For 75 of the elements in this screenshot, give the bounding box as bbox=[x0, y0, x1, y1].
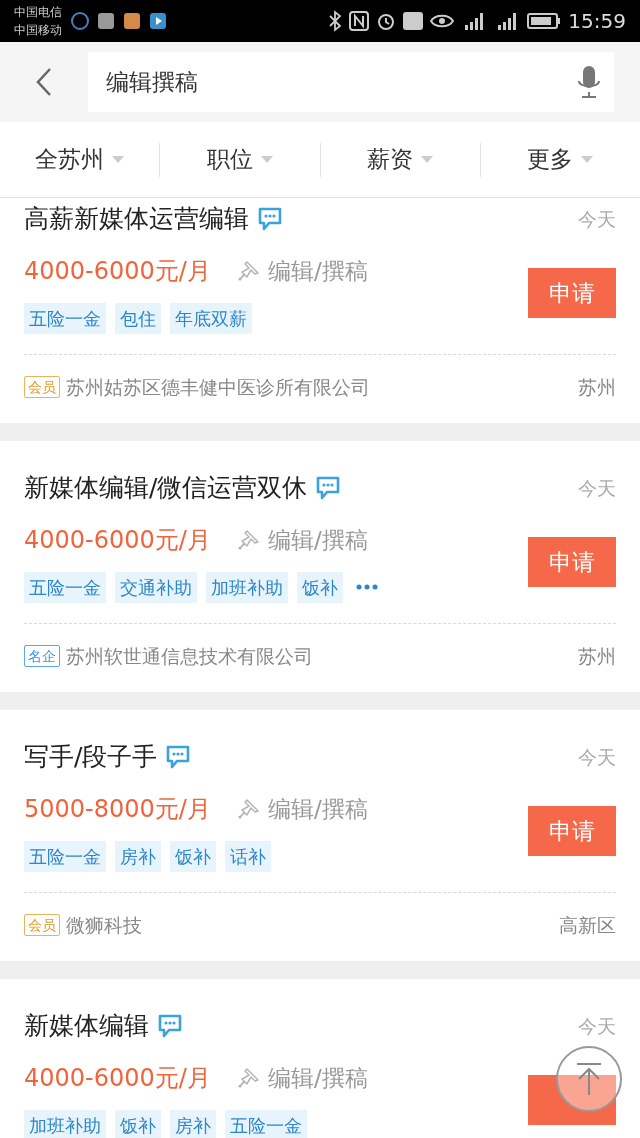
job-title: 新媒体编辑 bbox=[24, 1010, 149, 1043]
benefit-tag: 饭补 bbox=[297, 571, 343, 603]
company-name: 微狮科技 bbox=[66, 912, 142, 938]
filter-dropdown[interactable]: 更多 bbox=[527, 142, 594, 177]
job-title: 新媒体编辑/微信运营双休 bbox=[24, 472, 308, 505]
benefit-tag: 饭补 bbox=[115, 1109, 161, 1138]
post-date: 今天 bbox=[578, 744, 616, 770]
eye-icon bbox=[430, 12, 455, 30]
post-date: 今天 bbox=[578, 206, 616, 232]
app-notification-icon bbox=[148, 11, 168, 31]
carrier-name: 中国移动 bbox=[14, 22, 62, 39]
filter-dropdown[interactable]: 全苏州 bbox=[35, 142, 125, 177]
benefit-tag: 饭补 bbox=[170, 840, 216, 872]
benefit-tag: 五险一金 bbox=[24, 571, 106, 603]
job-card[interactable]: 新媒体编辑/微信运营双休 今天 4000-6000元/月 编辑/撰稿 五险一金 交通补助 加班补助 饭补 申请 名企 苏州软世通信息技术有限公司 苏州 bbox=[0, 441, 640, 692]
benefit-tag: 加班补助 bbox=[24, 1109, 106, 1138]
job-card[interactable]: 高薪新媒体运营编辑 今天 4000-6000元/月 编辑/撰稿 五险一金 包住 年底双薪 申请 会员 苏州姑苏区德丰健中医诊所有限公司 苏州 bbox=[0, 198, 640, 423]
job-location: 苏州 bbox=[578, 374, 616, 400]
alarm-icon bbox=[376, 11, 397, 31]
job-category: 编辑/撰稿 bbox=[268, 256, 368, 286]
app-notification-icon bbox=[122, 11, 142, 31]
benefit-tag: 房补 bbox=[170, 1109, 216, 1138]
filter-dropdown[interactable]: 薪资 bbox=[367, 142, 434, 177]
benefit-tag: 房补 bbox=[115, 840, 161, 872]
benefit-tag: 五险一金 bbox=[225, 1109, 307, 1138]
pin-icon bbox=[238, 798, 260, 820]
job-location: 高新区 bbox=[559, 912, 616, 938]
search-field[interactable]: 编辑撰稿 bbox=[88, 52, 614, 112]
job-card[interactable]: 写手/段子手 今天 5000-8000元/月 编辑/撰稿 五险一金 房补 饭补 话补 申请 会员 微狮科技 高新区 bbox=[0, 710, 640, 961]
job-title: 写手/段子手 bbox=[24, 741, 158, 774]
carrier-name: 中国电信 bbox=[14, 4, 62, 21]
post-date: 今天 bbox=[578, 1013, 616, 1039]
job-title: 高薪新媒体运营编辑 bbox=[24, 203, 249, 236]
benefit-tag: 五险一金 bbox=[24, 302, 106, 334]
benefit-tag: 五险一金 bbox=[24, 840, 106, 872]
nfc-icon bbox=[349, 11, 370, 31]
chat-bubble-icon bbox=[157, 1013, 183, 1039]
company-name: 苏州软世通信息技术有限公司 bbox=[66, 643, 313, 669]
post-date: 今天 bbox=[578, 475, 616, 501]
benefit-tag: 年底双薪 bbox=[170, 302, 252, 334]
app-notification-icon bbox=[96, 11, 116, 31]
filter-dropdown[interactable]: 职位 bbox=[206, 142, 273, 177]
chat-bubble-icon bbox=[257, 206, 283, 232]
salary: 4000-6000元/月 bbox=[24, 256, 212, 287]
app-notification-icon bbox=[70, 11, 90, 31]
salary: 4000-6000元/月 bbox=[24, 1063, 212, 1094]
benefit-tag: 交通补助 bbox=[115, 571, 197, 603]
chat-bubble-icon bbox=[165, 744, 192, 770]
benefit-tag: 话补 bbox=[225, 840, 271, 872]
dropdown-caret-icon bbox=[112, 155, 125, 164]
job-category: 编辑/撰稿 bbox=[268, 525, 368, 555]
dropdown-caret-icon bbox=[421, 155, 434, 164]
dropdown-caret-icon bbox=[581, 155, 594, 164]
dropdown-caret-icon bbox=[260, 155, 273, 164]
pin-icon bbox=[238, 1067, 260, 1089]
pin-icon bbox=[238, 529, 260, 551]
company-name: 苏州姑苏区德丰健中医诊所有限公司 bbox=[66, 374, 370, 400]
battery-icon bbox=[527, 12, 562, 30]
salary: 4000-6000元/月 bbox=[24, 525, 212, 556]
job-location: 苏州 bbox=[578, 643, 616, 669]
job-card[interactable]: 新媒体编辑 今天 4000-6000元/月 编辑/撰稿 加班补助 饭补 房补 五险一金 bbox=[0, 979, 640, 1138]
clock: 15:59 bbox=[568, 8, 626, 35]
bluetooth-icon bbox=[328, 10, 343, 32]
chat-bubble-icon bbox=[315, 475, 342, 501]
company-badge: 会员 bbox=[24, 914, 60, 936]
up-arrow-icon bbox=[574, 1061, 604, 1097]
company-badge: 会员 bbox=[24, 376, 60, 398]
job-category: 编辑/撰稿 bbox=[268, 1063, 368, 1093]
microphone-icon[interactable] bbox=[576, 65, 602, 99]
pin-icon bbox=[238, 260, 260, 282]
benefit-tag: 包住 bbox=[115, 302, 161, 334]
company-badge: 名企 bbox=[24, 645, 60, 667]
benefit-tag: 加班补助 bbox=[206, 571, 288, 603]
salary: 5000-8000元/月 bbox=[24, 794, 212, 825]
job-category: 编辑/撰稿 bbox=[268, 794, 368, 824]
